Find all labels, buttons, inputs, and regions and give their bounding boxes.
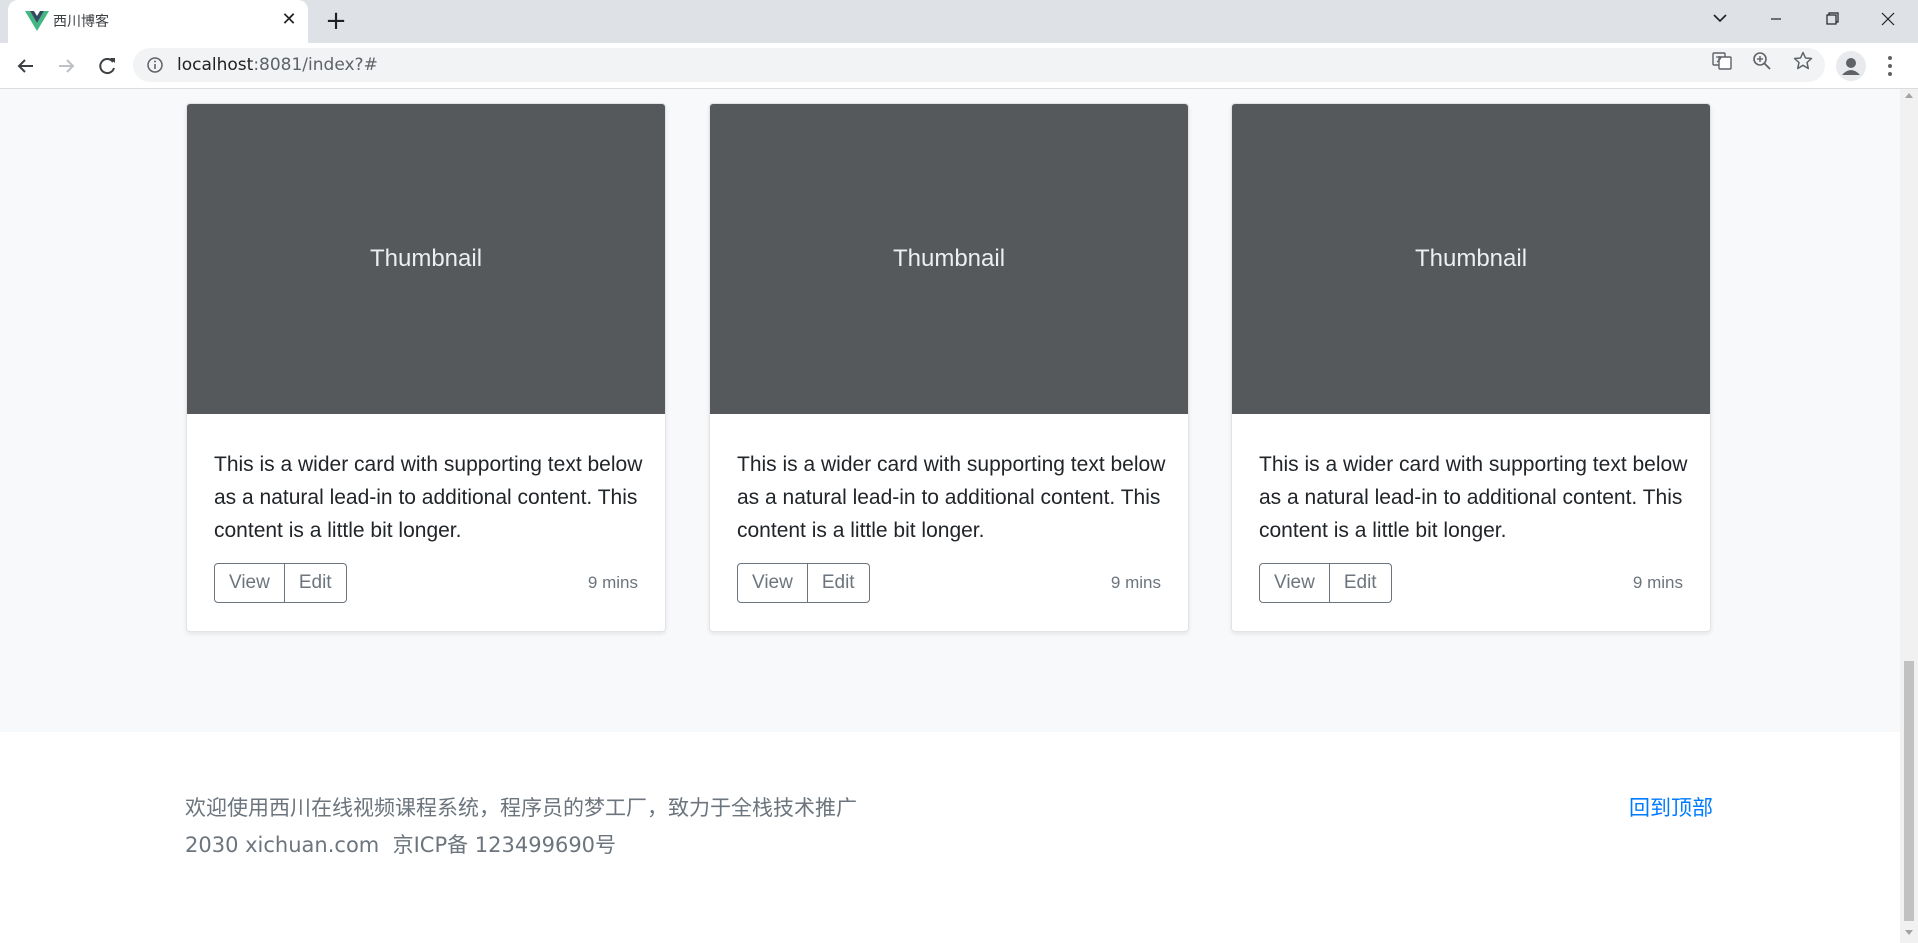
close-window-icon[interactable] <box>1862 0 1914 38</box>
view-button[interactable]: View <box>214 563 285 603</box>
zoom-icon[interactable] <box>1752 51 1772 71</box>
album-card: Thumbnail This is a wider card with supp… <box>709 103 1189 632</box>
edit-button[interactable]: Edit <box>807 563 870 603</box>
view-button[interactable]: View <box>737 563 808 603</box>
tab-search-icon[interactable] <box>1694 0 1746 38</box>
view-button[interactable]: View <box>1259 563 1330 603</box>
back-to-top-link[interactable]: 回到顶部 <box>1629 792 1713 822</box>
album-card: Thumbnail This is a wider card with supp… <box>186 103 666 632</box>
close-tab-icon[interactable]: ✕ <box>278 9 300 31</box>
url-host: localhost <box>177 55 254 75</box>
tab-title: 西川博客 <box>53 14 109 30</box>
page-viewport: Thumbnail This is a wider card with supp… <box>0 89 1900 943</box>
scrollbar-thumb[interactable] <box>1904 661 1914 921</box>
site-footer: 欢迎使用西川在线视频课程系统，程序员的梦工厂，致力于全栈技术推广 2030 xi… <box>0 732 1900 943</box>
card-button-group: View Edit <box>1259 563 1392 603</box>
footer-welcome-text: 欢迎使用西川在线视频课程系统，程序员的梦工厂，致力于全栈技术推广 <box>185 796 857 820</box>
card-button-group: View Edit <box>214 563 347 603</box>
card-time: 9 mins <box>1110 573 1161 592</box>
edit-button[interactable]: Edit <box>1329 563 1392 603</box>
reload-icon[interactable] <box>93 52 121 80</box>
browser-tab[interactable]: 西川博客 ✕ <box>8 0 308 43</box>
vue-logo-icon <box>25 11 49 31</box>
new-tab-button[interactable]: + <box>322 8 350 36</box>
address-bar[interactable]: localhost:8081/index?# <box>133 48 1825 82</box>
card-button-group: View Edit <box>737 563 870 603</box>
site-info-icon[interactable] <box>147 57 163 73</box>
browser-toolbar: localhost:8081/index?# <box>0 43 1918 89</box>
person-icon <box>1842 58 1860 75</box>
back-arrow-icon[interactable] <box>12 52 40 80</box>
url-text[interactable]: localhost:8081/index?# <box>177 55 378 75</box>
url-path: :8081/index?# <box>253 55 378 75</box>
more-menu-icon[interactable] <box>1884 53 1896 79</box>
card-thumbnail: Thumbnail <box>1232 104 1710 414</box>
card-text: This is a wider card with supporting tex… <box>1259 453 1688 542</box>
restore-icon[interactable] <box>1806 0 1858 38</box>
card-text: This is a wider card with supporting tex… <box>214 453 643 542</box>
footer-copyright-text: 2030 xichuan.com 京ICP备 123499690号 <box>185 833 617 857</box>
card-thumbnail: Thumbnail <box>710 104 1188 414</box>
album-card: Thumbnail This is a wider card with supp… <box>1231 103 1711 632</box>
card-thumbnail: Thumbnail <box>187 104 665 414</box>
bookmark-star-icon[interactable] <box>1793 51 1813 71</box>
forward-arrow-icon[interactable] <box>52 52 80 80</box>
card-time: 9 mins <box>1632 573 1683 592</box>
tab-strip: 西川博客 ✕ + <box>0 0 1918 43</box>
translate-icon[interactable] <box>1712 51 1732 71</box>
card-time: 9 mins <box>587 573 638 592</box>
profile-avatar[interactable] <box>1836 51 1866 81</box>
scroll-up-arrow-icon[interactable] <box>1905 93 1913 98</box>
card-text: This is a wider card with supporting tex… <box>737 453 1166 542</box>
minimize-icon[interactable] <box>1750 0 1802 38</box>
page-scrollbar[interactable] <box>1900 89 1918 943</box>
edit-button[interactable]: Edit <box>284 563 347 603</box>
scroll-down-arrow-icon[interactable] <box>1905 930 1913 935</box>
